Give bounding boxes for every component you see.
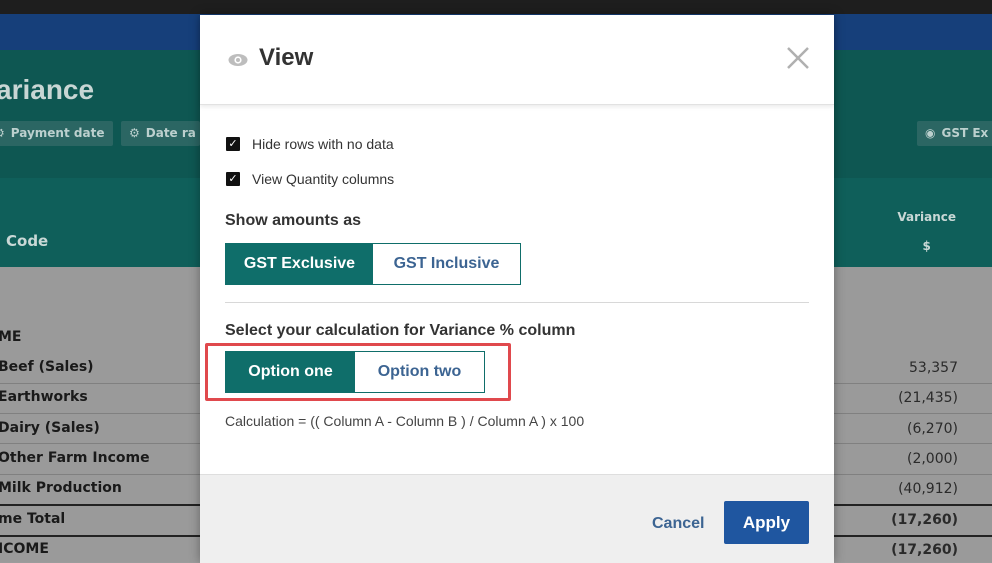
page-title: ariance bbox=[0, 74, 95, 105]
table-row-label: Milk Production bbox=[0, 480, 122, 496]
variance-header-unit: $ bbox=[922, 239, 931, 253]
highlight-box bbox=[205, 343, 511, 401]
column-header-variance: Variance $ bbox=[897, 203, 956, 261]
column-header-code: Code bbox=[6, 232, 49, 250]
filter-label: GST Ex bbox=[941, 126, 989, 140]
table-row-value: (40,912) bbox=[898, 481, 958, 497]
payment-date-filter-button[interactable]: ⚙ Payment date bbox=[0, 121, 113, 146]
gear-icon: ⚙ bbox=[0, 126, 5, 140]
show-amounts-label: Show amounts as bbox=[225, 212, 362, 229]
hide-empty-rows-checkbox[interactable]: ✓ bbox=[226, 137, 240, 151]
checkbox-label: Hide rows with no data bbox=[252, 136, 394, 152]
view-quantity-columns-checkbox[interactable]: ✓ bbox=[226, 172, 240, 186]
table-row-value: (6,270) bbox=[906, 421, 958, 437]
table-row-label: Beef (Sales) bbox=[0, 359, 94, 375]
table-row-value: 53,357 bbox=[909, 360, 958, 376]
table-row-value: (2,000) bbox=[906, 451, 958, 467]
gst-exclusive-button[interactable]: GST Exclusive bbox=[226, 244, 373, 284]
table-row-value: (17,260) bbox=[891, 542, 958, 558]
calculation-formula: Calculation = (( Column A - Column B ) /… bbox=[225, 413, 585, 429]
eye-icon: ◉ bbox=[925, 126, 936, 140]
variance-header-label: Variance bbox=[897, 210, 956, 224]
gst-inclusive-button[interactable]: GST Inclusive bbox=[373, 244, 520, 284]
top-bar bbox=[0, 0, 992, 14]
filter-label: Date ra bbox=[145, 126, 196, 140]
modal-footer: Cancel Apply bbox=[200, 474, 834, 563]
table-row-label: me Total bbox=[0, 511, 66, 527]
table-row-label: Dairy (Sales) bbox=[0, 420, 100, 436]
eye-icon bbox=[228, 54, 248, 66]
table-row-value: (21,435) bbox=[898, 390, 958, 406]
hide-empty-rows-option[interactable]: ✓ Hide rows with no data bbox=[226, 135, 394, 153]
gst-toggle: GST Exclusive GST Inclusive bbox=[225, 243, 521, 285]
view-modal: View ✓ Hide rows with no data ✓ View Qua… bbox=[200, 15, 834, 563]
filter-label: Payment date bbox=[10, 126, 105, 140]
table-row-label: ICOME bbox=[0, 541, 49, 557]
modal-header: View bbox=[200, 15, 834, 105]
section-divider bbox=[225, 302, 809, 303]
date-range-filter-button[interactable]: ⚙ Date ra bbox=[121, 121, 200, 146]
gear-icon: ⚙ bbox=[129, 126, 140, 140]
checkbox-label: View Quantity columns bbox=[252, 171, 395, 187]
apply-button[interactable]: Apply bbox=[724, 501, 809, 544]
modal-title: View bbox=[259, 44, 314, 71]
cancel-button[interactable]: Cancel bbox=[652, 515, 704, 533]
table-row-label: Other Farm Income bbox=[0, 450, 150, 466]
view-quantity-columns-option[interactable]: ✓ View Quantity columns bbox=[226, 170, 394, 188]
table-row-label: ME bbox=[0, 329, 22, 345]
gst-filter-button[interactable]: ◉ GST Ex bbox=[917, 121, 992, 146]
close-icon[interactable] bbox=[785, 45, 811, 71]
variance-calculation-label: Select your calculation for Variance % c… bbox=[225, 322, 576, 339]
table-row-value: (17,260) bbox=[891, 512, 958, 528]
table-row-label: Earthworks bbox=[0, 389, 88, 405]
